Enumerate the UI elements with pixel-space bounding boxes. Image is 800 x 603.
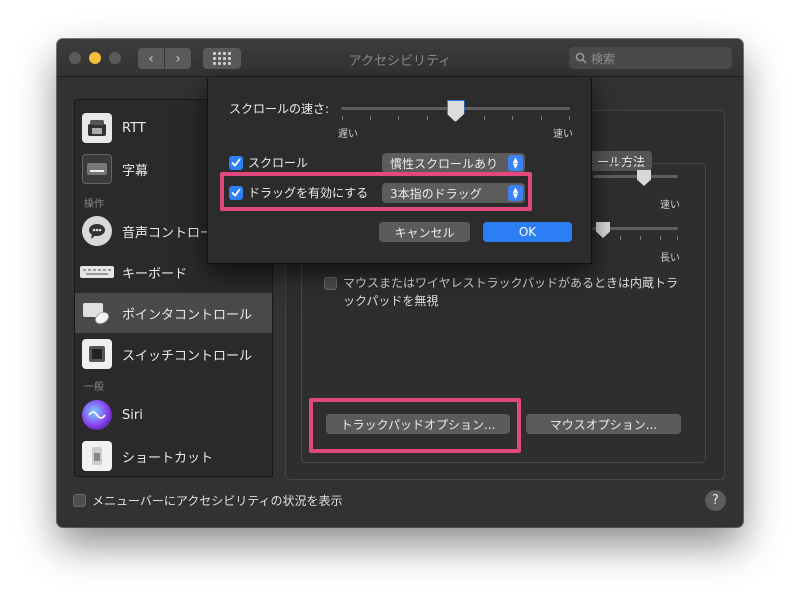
- sidebar-item-label: 字幕: [122, 163, 149, 179]
- sidebar-item-label: Siri: [122, 407, 143, 423]
- scroll-speed-max-label: 速い: [553, 129, 573, 140]
- cancel-button[interactable]: キャンセル: [379, 222, 470, 242]
- sidebar-item-siri[interactable]: Siri: [75, 395, 272, 435]
- scroll-checkbox-label: スクロール: [248, 156, 309, 170]
- slider-max-label-fast: 速い: [660, 200, 680, 211]
- ok-button[interactable]: OK: [483, 222, 572, 242]
- switch-control-icon: [82, 339, 112, 369]
- scroll-speed-label: スクロールの速さ:: [229, 102, 330, 116]
- chevron-updown-icon: ▲ ▼: [508, 155, 523, 171]
- highlight-box-trackpad-options: [309, 398, 521, 453]
- sidebar-item-label: ポインタコントロール: [122, 307, 253, 323]
- ignore-trackpad-label: マウスまたはワイヤレストラックパッドがあるときは内蔵トラックパッドを無視: [343, 276, 679, 308]
- sidebar-item-label: RTT: [122, 120, 146, 136]
- highlight-box-drag: [220, 172, 532, 211]
- slider-max-label-long: 長い: [660, 253, 680, 264]
- phone-icon: [82, 113, 112, 143]
- sidebar-item-label: ショートカット: [122, 450, 214, 466]
- sidebar-item-label: キーボード: [122, 266, 188, 282]
- sidebar-item-label: スイッチコントロール: [122, 348, 253, 364]
- scroll-mode-popup[interactable]: 慣性スクロールあり ▲ ▼: [382, 153, 525, 173]
- search-field[interactable]: 検索: [569, 47, 732, 69]
- captions-icon: [82, 154, 112, 184]
- scroll-checkbox[interactable]: スクロール: [229, 154, 308, 171]
- help-button[interactable]: ?: [705, 490, 726, 511]
- section-header-general: 一般: [84, 382, 104, 393]
- sidebar-item-shortcuts[interactable]: ショートカット: [75, 436, 272, 476]
- pointer-control-icon: [82, 298, 112, 328]
- siri-icon: [82, 400, 112, 430]
- show-status-checkbox[interactable]: メニューバーにアクセシビリティの状況を表示: [73, 492, 343, 509]
- title-bar: ‹ › アクセシビリティ 検索: [57, 39, 743, 77]
- mouse-options-button[interactable]: マウスオプション...: [526, 414, 681, 434]
- scroll-mode-value: 慣性スクロールあり: [390, 156, 499, 171]
- show-status-label: メニューバーにアクセシビリティの状況を表示: [92, 494, 343, 508]
- scroll-speed-min-label: 遅い: [338, 129, 358, 140]
- keyboard-icon: [79, 257, 115, 287]
- voice-control-icon: [82, 216, 112, 246]
- shortcut-icon: [82, 441, 112, 471]
- scroll-speed-slider-thumb[interactable]: [446, 100, 465, 122]
- sidebar-item-switch-control[interactable]: スイッチコントロール: [75, 334, 272, 374]
- checkbox-box[interactable]: [324, 277, 337, 290]
- checkbox-box[interactable]: [73, 494, 86, 507]
- sidebar-item-pointer-control[interactable]: ポインタコントロール: [75, 293, 272, 333]
- trackpad-options-sheet: スクロールの速さ: 遅い 速い スクロール 慣性スクロールあり ▲ ▼ ドラッグを…: [207, 78, 592, 264]
- ignore-trackpad-checkbox[interactable]: マウスまたはワイヤレストラックパッドがあるときは内蔵トラックパッドを無視: [324, 274, 684, 310]
- checkmark-icon[interactable]: [229, 155, 243, 170]
- section-header-operation: 操作: [84, 199, 104, 210]
- partial-slider-1[interactable]: [593, 175, 678, 178]
- search-icon: [575, 52, 587, 64]
- search-placeholder: 検索: [591, 51, 616, 66]
